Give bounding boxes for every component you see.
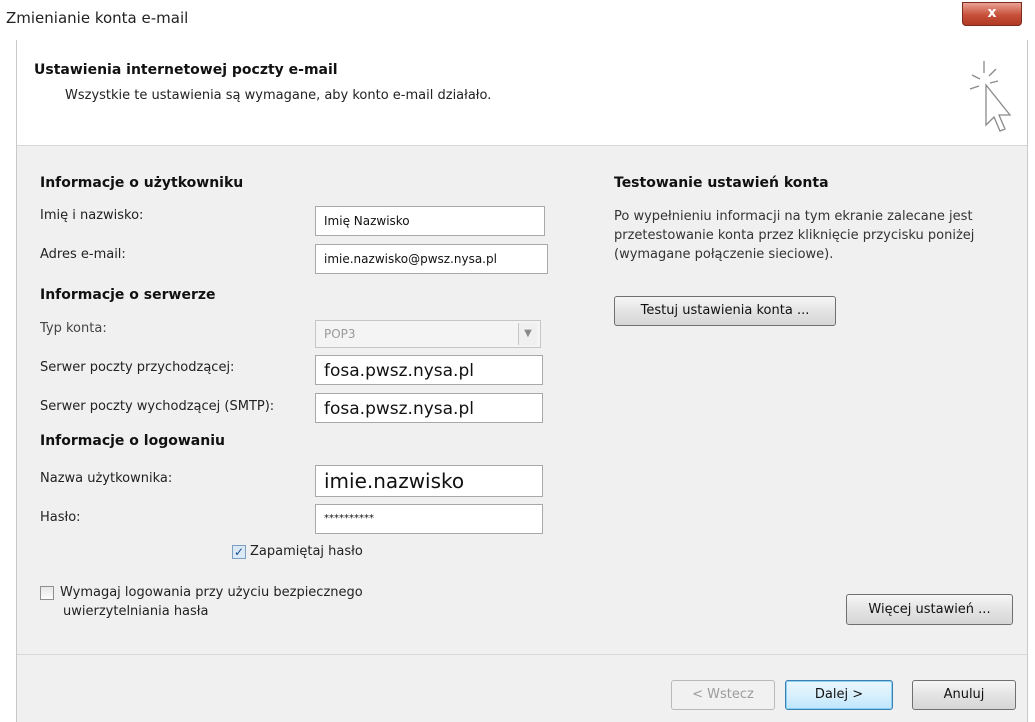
cursor-sparkle-icon	[969, 61, 1012, 132]
chevron-down-icon[interactable]: ▼	[518, 323, 537, 345]
remember-password-label: Zapamiętaj hasło	[250, 544, 363, 559]
close-icon: x	[987, 5, 997, 21]
window-frame-right	[1027, 40, 1028, 722]
account-type-value: POP3	[324, 327, 356, 341]
email-field[interactable]: imie.nazwisko@pwsz.nysa.pl	[315, 244, 548, 274]
account-type-select[interactable]: POP3	[315, 320, 541, 348]
next-button[interactable]: Dalej >	[785, 680, 893, 710]
name-label: Imię i nazwisko:	[40, 208, 144, 223]
password-label: Hasło:	[40, 510, 81, 525]
account-type-label: Typ konta:	[40, 321, 107, 336]
email-label: Adres e-mail:	[40, 247, 126, 262]
spa-label-line1: Wymagaj logowania przy użyciu bezpieczne…	[60, 585, 363, 600]
window-title: Zmienianie konta e-mail	[6, 9, 189, 27]
name-field[interactable]: Imię Nazwisko	[315, 206, 545, 236]
incoming-server-label: Serwer poczty przychodzącej:	[40, 360, 235, 375]
incoming-server-field[interactable]: fosa.pwsz.nysa.pl	[315, 355, 543, 385]
section-heading-logon: Informacje o logowaniu	[40, 433, 225, 449]
header-title: Ustawienia internetowej poczty e-mail	[34, 62, 338, 78]
spa-label-line2: uwierzytelniania hasła	[63, 604, 209, 619]
username-label: Nazwa użytkownika:	[40, 471, 173, 486]
test-account-settings-button[interactable]: Testuj ustawienia konta ...	[614, 296, 836, 326]
outgoing-server-field[interactable]: fosa.pwsz.nysa.pl	[315, 393, 543, 423]
password-field[interactable]: **********	[315, 504, 543, 534]
remember-password-checkbox[interactable]: ✓	[232, 545, 246, 559]
test-description-line1: Po wypełnieniu informacji na tym ekranie…	[614, 209, 973, 224]
username-field[interactable]: imie.nazwisko	[315, 465, 543, 497]
test-description-line2: przetestowanie konta przez kliknięcie pr…	[614, 228, 975, 243]
back-button[interactable]: < Wstecz	[671, 680, 775, 710]
section-heading-user: Informacje o użytkowniku	[40, 175, 244, 191]
close-button[interactable]: x	[962, 2, 1022, 26]
section-heading-test: Testowanie ustawień konta	[614, 175, 829, 191]
spa-checkbox[interactable]	[40, 586, 54, 600]
section-heading-server: Informacje o serwerze	[40, 287, 216, 303]
outgoing-server-label: Serwer poczty wychodzącej (SMTP):	[40, 399, 275, 414]
test-description-line3: (wymagane połączenie sieciowe).	[614, 247, 834, 262]
more-settings-button[interactable]: Więcej ustawień ...	[846, 594, 1013, 625]
cancel-button[interactable]: Anuluj	[912, 680, 1016, 710]
header-subtitle: Wszystkie te ustawienia są wymagane, aby…	[65, 88, 492, 103]
